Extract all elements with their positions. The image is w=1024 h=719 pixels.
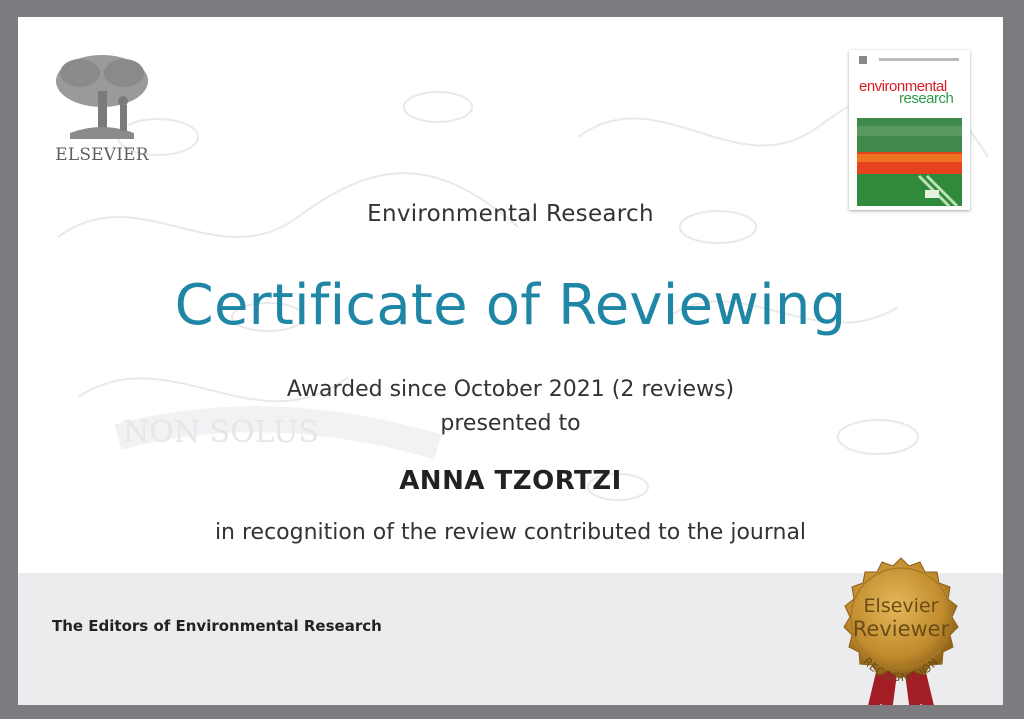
recipient-name: ANNA TZORTZI <box>399 466 622 496</box>
elsevier-logo: ELSEVIER <box>50 51 154 181</box>
editors-signature: The Editors of Environmental Research <box>52 617 382 635</box>
cover-title-line2: research <box>899 90 954 107</box>
cover-image <box>849 50 970 210</box>
seal-line2: Reviewer <box>852 617 950 641</box>
awarded-line: Awarded since October 2021 (2 reviews) <box>286 377 735 402</box>
journal-cover: environmental research <box>849 50 970 210</box>
elsevier-tree-icon <box>56 55 148 139</box>
presented-to-line: presented to <box>440 411 581 436</box>
seal-line1: Elsevier <box>863 595 939 617</box>
certificate: NON SOLUS ELSEVIER environmental researc… <box>18 17 1003 705</box>
recognition-line: in recognition of the review contributed… <box>214 520 807 545</box>
reviewer-recognition-seal: RECOGNITION Elsevier Reviewer <box>826 554 976 705</box>
journal-name: Environmental Research <box>367 201 654 227</box>
certificate-title: Certificate of Reviewing <box>174 273 847 338</box>
elsevier-wordmark: ELSEVIER <box>55 145 149 165</box>
